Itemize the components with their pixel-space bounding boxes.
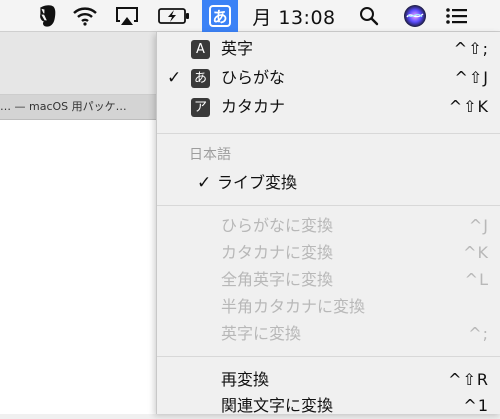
- menu-item-convert-alphanumeric[interactable]: 英字に変換 ^;: [157, 321, 500, 347]
- tab-title[interactable]: … — macOS 用パッケ…: [0, 95, 127, 119]
- spotlight-icon[interactable]: [354, 0, 384, 32]
- menu-item-label: 英字に変換: [221, 324, 302, 343]
- clock[interactable]: 月 13:08: [250, 0, 338, 32]
- menu-bar: あ 月 13:08: [0, 0, 500, 32]
- menu-separator: [157, 133, 500, 134]
- menu-separator: [157, 205, 500, 206]
- menu-item-live-conversion[interactable]: ✓ ライブ変換: [157, 170, 500, 196]
- menu-item-label: 英字: [221, 39, 254, 58]
- notification-center-icon[interactable]: [440, 0, 474, 32]
- menu-item-katakana[interactable]: ア カタカナ ^⇧K: [157, 94, 500, 120]
- input-method-glyph: あ: [209, 5, 231, 27]
- section-header-japanese: 日本語: [189, 147, 231, 163]
- battery-charging-icon[interactable]: [154, 0, 194, 32]
- menu-item-convert-fullwidth[interactable]: 全角英字に変換 ^L: [157, 267, 500, 293]
- menu-item-alphanumeric[interactable]: A 英字 ^⇧;: [157, 36, 500, 62]
- menu-item-shortcut: ^⇧R: [448, 370, 489, 389]
- menu-item-label: ひらがな: [221, 68, 286, 87]
- menu-item-shortcut: ^;: [468, 324, 489, 343]
- menu-item-label: 関連文字に変換: [221, 396, 334, 415]
- window-tab-bar[interactable]: … — macOS 用パッケ…: [0, 95, 160, 120]
- window-content: [0, 120, 160, 414]
- menu-item-reconvert[interactable]: 再変換 ^⇧R: [157, 367, 500, 393]
- menu-item-shortcut: ^⇧;: [453, 39, 489, 58]
- menu-item-label: 再変換: [221, 370, 270, 389]
- menu-item-convert-halfwidth-katakana[interactable]: 半角カタカナに変換: [157, 294, 500, 320]
- menu-item-label: ひらがなに変換: [221, 216, 334, 235]
- menu-item-shortcut: ^1: [463, 396, 489, 415]
- menu-item-shortcut: ^K: [463, 243, 489, 262]
- menu-item-convert-hiragana[interactable]: ひらがなに変換 ^J: [157, 213, 500, 239]
- background-window: … — macOS 用パッケ…: [0, 32, 160, 414]
- menu-item-convert-katakana[interactable]: カタカナに変換 ^K: [157, 240, 500, 266]
- menu-item-related-chars[interactable]: 関連文字に変換 ^1: [157, 393, 500, 419]
- menu-item-shortcut: ^L: [464, 270, 489, 289]
- wifi-icon[interactable]: [68, 0, 102, 32]
- menu-item-shortcut: ^J: [468, 216, 489, 235]
- siri-icon[interactable]: [398, 0, 432, 32]
- menu-item-label: ライブ変換: [217, 173, 298, 192]
- alphanumeric-mode-icon: A: [191, 40, 210, 59]
- menu-item-label: カタカナに変換: [221, 243, 334, 262]
- menu-item-hiragana[interactable]: ✓ あ ひらがな ^⇧J: [157, 65, 500, 91]
- menu-item-label: カタカナ: [221, 97, 286, 116]
- menu-item-shortcut: ^⇧K: [448, 97, 489, 116]
- menu-separator: [157, 356, 500, 357]
- airplay-icon[interactable]: [110, 0, 144, 32]
- checkmark-icon: ✓: [167, 68, 182, 88]
- checkmark-icon: ✓: [197, 173, 212, 193]
- input-method-icon[interactable]: あ: [202, 0, 238, 32]
- hiragana-mode-icon: あ: [191, 69, 210, 88]
- evernote-icon[interactable]: [30, 0, 64, 32]
- menu-item-label: 半角カタカナに変換: [221, 297, 366, 316]
- input-method-menu: A 英字 ^⇧; ✓ あ ひらがな ^⇧J ア カタカナ ^⇧K 日本語 ✓ ラ…: [156, 32, 500, 415]
- katakana-mode-icon: ア: [191, 98, 210, 117]
- menu-item-shortcut: ^⇧J: [454, 68, 489, 87]
- menu-item-label: 全角英字に変換: [221, 270, 334, 289]
- window-toolbar: [0, 32, 160, 95]
